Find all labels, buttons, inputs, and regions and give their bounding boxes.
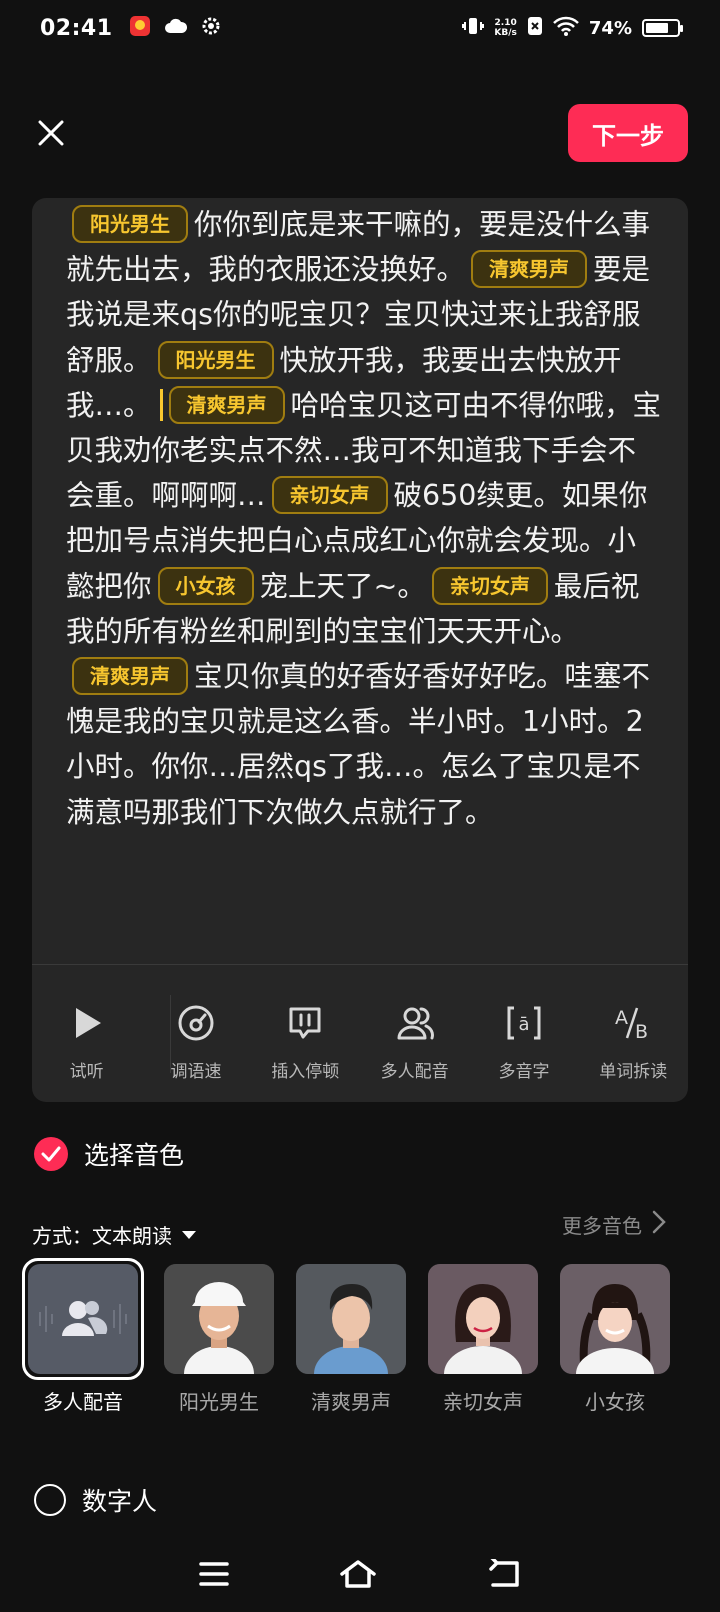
speed-dial-icon [177,1003,215,1043]
voice-label: 亲切女声 [443,1390,523,1414]
battery-percent: 74% [588,17,632,39]
mode-label: 方式：文本朗读 [32,1224,172,1248]
net-speed-value: 2.10 [494,18,517,28]
text-cursor [159,388,163,421]
close-icon [38,120,64,146]
voice-label: 多人配音 [43,1390,123,1414]
voice-tag[interactable]: 亲切女声 [271,476,388,515]
sim-x-icon [527,16,543,41]
speed-button[interactable]: 调语速 [141,965,250,1102]
little-girl-avatar [560,1264,670,1374]
voice-card-fresh-male[interactable]: 清爽男声 [296,1264,406,1415]
voice-label: 阳光男生 [179,1390,259,1414]
preview-button[interactable]: 试听 [32,965,141,1102]
voice-avatar [164,1264,274,1374]
select-voice-section[interactable]: 选择音色 [34,1136,184,1172]
mode-dropdown[interactable]: 方式：文本朗读 [32,1220,196,1249]
voice-tag[interactable]: 清爽男声 [72,657,188,696]
play-icon [70,1003,104,1043]
radio-unchecked-icon [34,1484,66,1516]
voice-avatar [428,1264,538,1374]
checked-icon [34,1137,68,1171]
voice-thumb [28,1264,138,1374]
digital-human-option[interactable]: 数字人 [34,1482,157,1518]
more-voices-label: 更多音色 [562,1214,642,1238]
script-text-area[interactable]: 阳光男生 你你到底是来干嘛的，要是没什么事就先出去，我的衣服还没换好。 清爽男声 要是… [32,198,688,950]
chevron-right-icon [652,1210,666,1239]
multi-person-icon [396,1003,434,1043]
vibrate-icon [462,16,485,41]
close-button[interactable] [34,116,68,150]
net-speed: 2.10 KB/s [494,18,516,38]
system-nav-bar [0,1540,720,1612]
voice-list: 多人配音 阳光男生 清爽男声 亲切女声 小女孩 [22,1258,692,1414]
status-right: 2.10 KB/s 74% [462,16,683,41]
voice-tag[interactable]: 阳光男生 [72,205,188,243]
tool-label: 单词拆读 [599,1062,668,1082]
voice-tag[interactable]: 亲切女声 [431,566,548,605]
svg-text:B: B [635,1021,648,1042]
voice-card-multi[interactable]: 多人配音 [22,1258,144,1415]
svg-text:ā: ā [518,1014,529,1035]
tool-label: 调语速 [170,1062,222,1082]
multi-dub-button[interactable]: 多人配音 [360,965,469,1102]
battery-icon [642,19,683,37]
svg-text:A: A [615,1007,628,1029]
tool-label: 插入停顿 [271,1062,340,1082]
tool-label: 多人配音 [380,1062,449,1082]
wifi-icon [553,16,579,41]
fresh-male-avatar [296,1264,406,1374]
word-split-icon: AB [613,1003,653,1043]
word-split-button[interactable]: AB 单词拆读 [579,965,688,1102]
tool-label: 多音字 [498,1062,550,1082]
section-title: 选择音色 [84,1141,185,1170]
script-segment-text: 宠上天了~。 [259,569,426,603]
polyphone-button[interactable]: ā 多音字 [469,965,578,1102]
menu-icon[interactable] [199,1561,229,1591]
net-speed-unit: KB/s [494,28,517,38]
voice-card-sunny-boy[interactable]: 阳光男生 [164,1264,274,1415]
home-icon[interactable] [339,1559,377,1593]
voice-tag[interactable]: 清爽男声 [168,385,285,424]
voice-card-little-girl[interactable]: 小女孩 [560,1264,670,1415]
battery-fill [646,23,669,33]
polyphone-icon: ā [505,1003,543,1043]
text-editor-panel: 阳光男生 你你到底是来干嘛的，要是没什么事就先出去，我的衣服还没换好。 清爽男声 要是… [32,198,688,1102]
voice-tag[interactable]: 阳光男生 [157,340,274,379]
back-icon[interactable] [487,1555,521,1593]
voice-avatar [560,1264,670,1374]
cloud-icon [164,17,187,39]
editor-toolbar: 试听 调语速 插入停顿 多人配音 ā 多音字 A B 单词拆读 [32,964,688,1102]
digital-human-label: 数字人 [82,1487,158,1516]
more-voices-link[interactable]: 更多音色 [562,1210,666,1239]
pause-insert-icon [286,1003,324,1043]
tool-label: 试听 [69,1062,104,1082]
voice-label: 小女孩 [585,1390,645,1414]
voice-avatar [296,1264,406,1374]
friendly-female-avatar [428,1264,538,1374]
voice-tag[interactable]: 清爽男声 [471,250,588,289]
caret-down-icon [182,1230,196,1239]
toolbar-divider [170,995,171,1073]
app-badge-icon [129,15,151,41]
insert-pause-button[interactable]: 插入停顿 [251,965,360,1102]
notification-icons [129,15,221,41]
voice-tag[interactable]: 小女孩 [157,566,254,605]
voice-card-friendly-female[interactable]: 亲切女声 [428,1264,538,1415]
status-bar: 02:41 2.10 KB/s 74% [0,0,720,56]
voice-label: 清爽男声 [311,1390,391,1414]
next-step-button[interactable]: 下一步 [568,104,688,162]
gear-icon [201,16,221,40]
status-time: 02:41 [40,15,113,41]
waveform-graphic [39,1301,127,1336]
sunny-boy-avatar [164,1264,274,1374]
